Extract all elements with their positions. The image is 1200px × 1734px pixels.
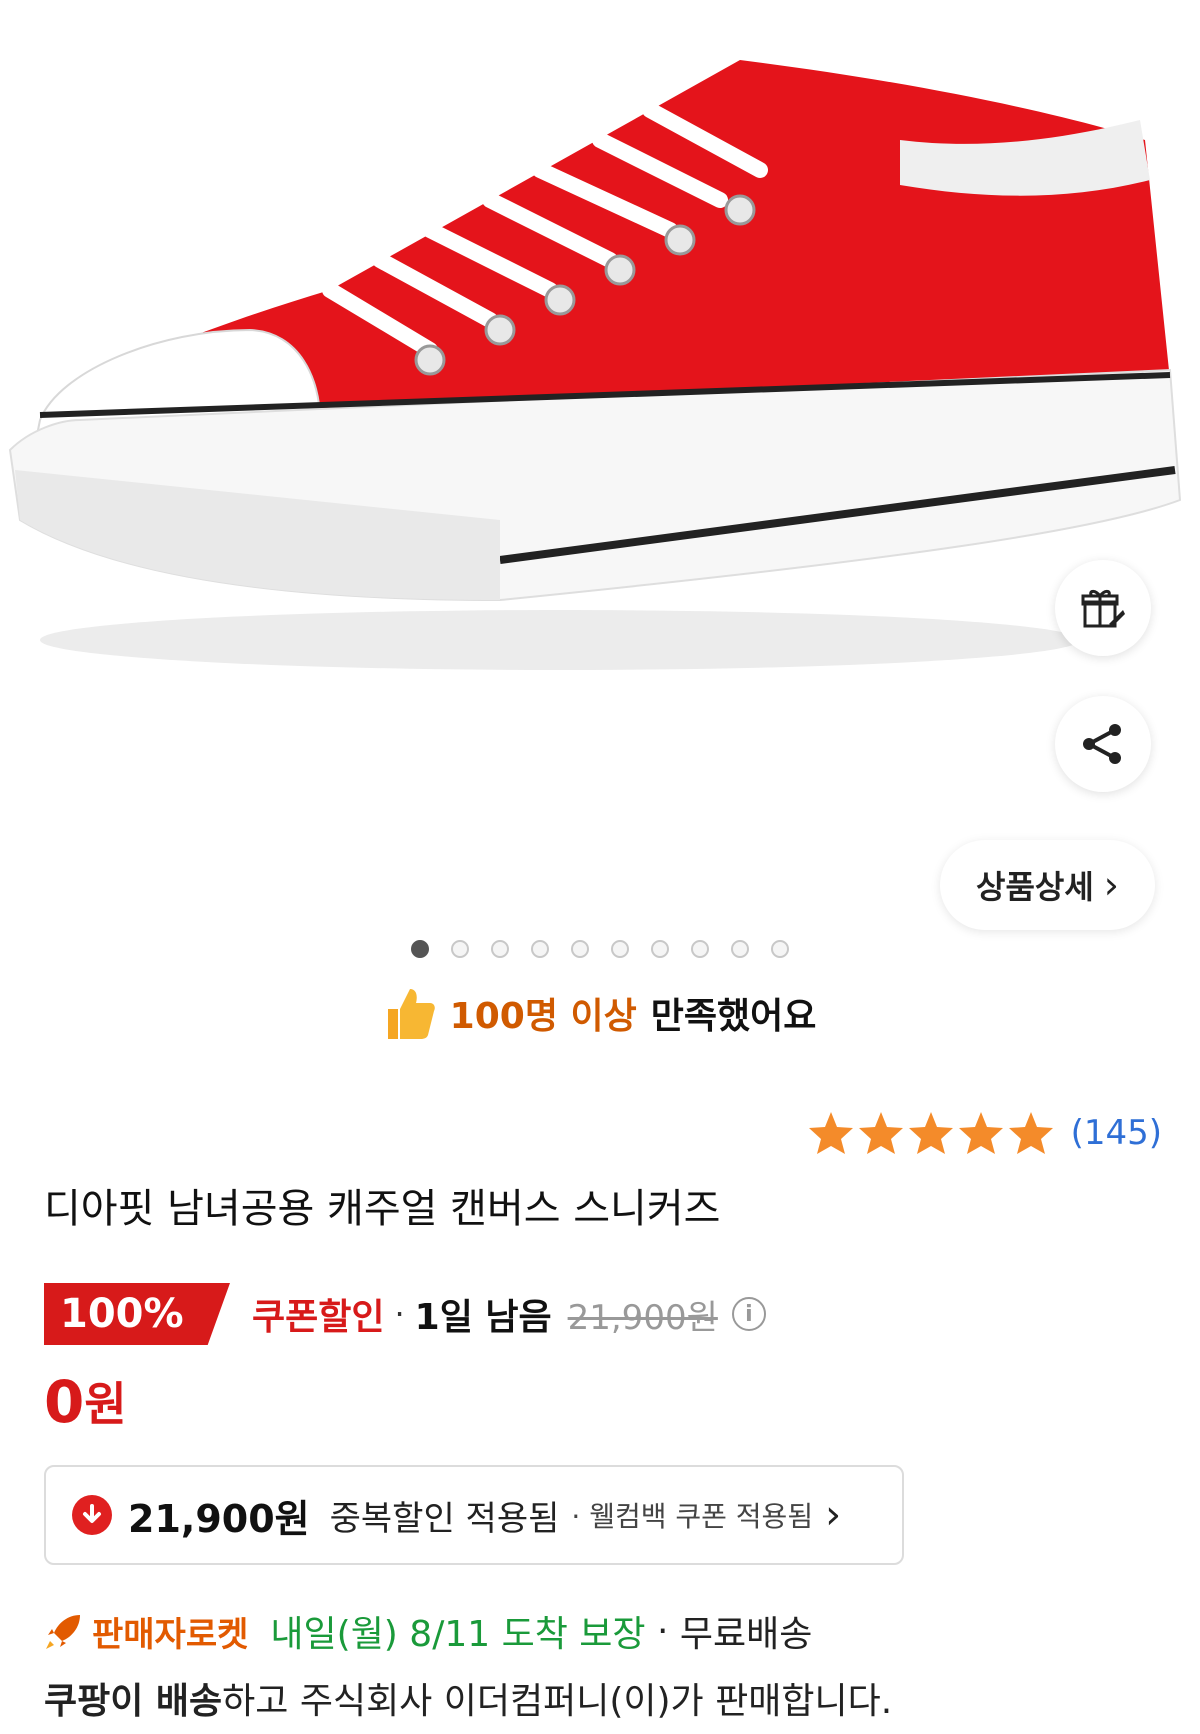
gift-rocket-icon	[1081, 589, 1125, 628]
star-icon	[1008, 1112, 1053, 1154]
satisfaction-count: 100명 이상	[449, 996, 637, 1037]
free-shipping: 무료배송	[679, 1614, 813, 1655]
final-price-unit: 원	[84, 1377, 127, 1431]
coupon-discount-row: 100% 쿠폰할인 · 1일 남음 21,900원 i	[44, 1283, 766, 1345]
chevron-right-icon: ›	[1103, 863, 1119, 907]
stacked-discount-price: 21,900원	[128, 1496, 310, 1541]
rocket-icon	[46, 1615, 80, 1649]
carousel-dot[interactable]	[571, 940, 589, 958]
carousel-indicator	[0, 940, 1200, 958]
carousel-dot[interactable]	[651, 940, 669, 958]
product-detail-label: 상품상세	[976, 868, 1094, 906]
carousel-dot[interactable]	[491, 940, 509, 958]
review-count[interactable]: (145)	[1071, 1113, 1162, 1153]
carousel-dot[interactable]	[611, 940, 629, 958]
carousel-dot[interactable]	[411, 940, 429, 958]
separator: ·	[394, 1295, 405, 1333]
gift-button[interactable]	[1055, 560, 1151, 656]
star-rating	[807, 1110, 1055, 1156]
seller-info: 쿠팡이 배송하고 주식회사 이더컴퍼니(이)가 판매합니다.	[44, 1672, 892, 1724]
seller-text: 하고 주식회사 이더컴퍼니(이)가 판매합니다.	[222, 1681, 893, 1722]
delivered-by: 쿠팡이 배송	[44, 1681, 223, 1722]
original-price: 21,900원	[567, 1297, 718, 1338]
product-detail-button[interactable]: 상품상세 ›	[940, 840, 1155, 930]
delivery-info: 판매자로켓 내일(월) 8/11 도착 보장 · 무료배송	[44, 1605, 812, 1657]
star-icon	[958, 1112, 1003, 1154]
carousel-dot[interactable]	[531, 940, 549, 958]
product-image[interactable]	[0, 0, 1200, 900]
carousel-dot[interactable]	[731, 940, 749, 958]
carousel-dot[interactable]	[691, 940, 709, 958]
satisfaction-banner: 100명 이상 만족했어요	[0, 985, 1200, 1041]
remaining-time: 1일 남음	[414, 1297, 552, 1338]
carousel-dot[interactable]	[451, 940, 469, 958]
final-price-number: 0	[44, 1368, 85, 1436]
down-arrow-icon	[72, 1495, 112, 1535]
product-title: 디아핏 남녀공용 캐주얼 캔버스 스니커즈	[44, 1186, 721, 1232]
star-icon	[808, 1112, 853, 1154]
arrival-guarantee: 내일(월) 8/11 도착 보장	[270, 1614, 646, 1655]
chevron-right-icon: ›	[825, 1492, 842, 1538]
coupon-label: 쿠폰할인	[252, 1297, 385, 1338]
discount-badge: 100%	[44, 1283, 230, 1345]
info-icon[interactable]: i	[731, 1297, 766, 1331]
welcome-back-coupon-text: · 웰컴백 쿠폰 적용됨	[571, 1500, 814, 1533]
share-icon	[1083, 724, 1121, 764]
sneaker-illustration	[8, 60, 1182, 670]
stacked-discount-label: 중복할인 적용됨	[329, 1498, 560, 1539]
rating[interactable]: (145)	[807, 1110, 1162, 1156]
carousel-dot[interactable]	[771, 940, 789, 958]
stacked-discount-box[interactable]: 21,900원 중복할인 적용됨 · 웰컴백 쿠폰 적용됨 ›	[44, 1465, 904, 1565]
thumbs-up-icon	[387, 989, 435, 1039]
share-button[interactable]	[1055, 696, 1151, 792]
star-icon	[858, 1112, 903, 1154]
separator: ·	[645, 1610, 680, 1652]
satisfaction-text: 만족했어요	[650, 996, 817, 1037]
final-price: 0 원	[44, 1372, 127, 1432]
seller-rocket-label: 판매자로켓	[92, 1614, 249, 1655]
star-icon	[908, 1112, 953, 1154]
